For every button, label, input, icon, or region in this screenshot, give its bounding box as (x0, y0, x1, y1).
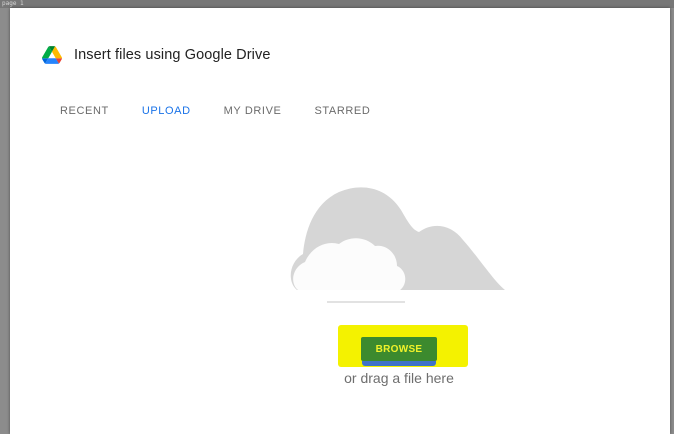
dialog-title: Insert files using Google Drive (74, 47, 271, 63)
cloud-upload-icon (290, 187, 505, 303)
tab-upload[interactable]: UPLOAD (142, 101, 191, 115)
tab-recent[interactable]: RECENT (60, 101, 109, 115)
dialog-header: Insert files using Google Drive (42, 46, 271, 64)
browse-button[interactable]: BROWSE (361, 337, 437, 361)
tab-bar: RECENT UPLOAD MY DRIVE STARRED (60, 101, 403, 115)
drag-file-text: or drag a file here (344, 370, 454, 386)
tab-starred[interactable]: STARRED (314, 101, 370, 115)
tab-my-drive[interactable]: MY DRIVE (224, 101, 282, 115)
google-drive-icon (42, 46, 62, 64)
frame-label: page 1 (2, 0, 24, 7)
browse-underline (362, 361, 436, 366)
top-strip (0, 0, 674, 8)
screen: page 1 Insert files using Google Drive R… (0, 0, 674, 434)
